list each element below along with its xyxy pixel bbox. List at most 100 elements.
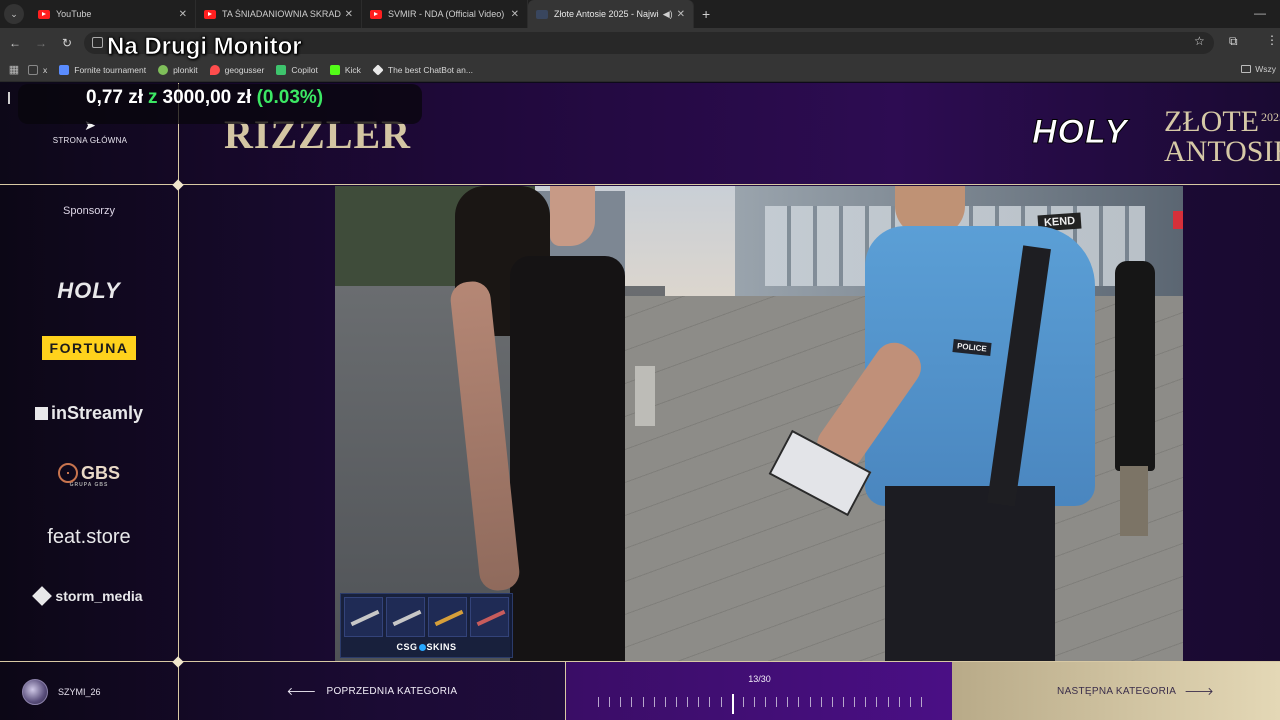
close-tab-icon[interactable]: ✕ [345,9,353,20]
progress-tick [810,697,811,707]
storm-label: storm_media [55,588,143,604]
browser-tab-active[interactable]: Złote Antosie 2025 - Najwię ◀) ✕ [528,0,694,28]
back-icon[interactable]: ← [2,36,28,50]
site-info-icon[interactable] [92,37,103,48]
donation-separator: z [148,87,158,108]
bookmark-x[interactable]: x [28,64,48,75]
browser-tab-1[interactable]: YouTube ✕ [30,0,196,28]
bookmark-label: plonkit [173,64,198,75]
bookmark-kick[interactable]: Kick [329,64,361,75]
sponsor-featstore[interactable]: feat.store [0,526,178,549]
bookmark-geoguesser[interactable]: geogusser [209,64,264,75]
speaker-icon[interactable]: ◀) [663,9,673,20]
donation-goal: 0,77 zł z 3000,00 zł (0.03%) [86,87,323,109]
donation-target: 3000,00 zł [162,87,252,108]
progress-tick [888,697,889,707]
next-category-button[interactable]: NASTĘPNA KATEGORIA 🡒 [952,662,1280,720]
csg-brand: CSG SKINS [341,642,512,652]
progress-tick [609,697,610,707]
csg-dot-icon [418,644,426,651]
fortnite-icon [59,64,70,75]
reload-icon[interactable]: ↻ [54,36,80,50]
apps-grid-icon[interactable]: ▦ [0,63,28,76]
video-red-sign [1173,211,1183,229]
bookmarks-bar: ▦ x Fornite tournament plonkit geogusser… [0,58,1280,82]
progress-tick [643,697,644,707]
progress-tick [598,697,599,707]
home-label: STRONA GŁÓWNA [52,136,128,145]
crosshair-icon [57,463,78,483]
user-profile[interactable]: SZYMI_26 [22,679,101,705]
progress-tick [721,697,722,707]
chatbot-icon [372,63,384,76]
bookmark-copilot[interactable]: Copilot [276,64,318,75]
browser-tab-3[interactable]: SVMIR - NDA (Official Video) - ✕ [362,0,528,28]
new-tab-button[interactable]: + [702,6,710,22]
bookmark-chatbot[interactable]: The best ChatBot an... [372,63,473,76]
category-counter: 13/30 [748,674,771,684]
skin-slot [470,597,509,637]
arrow-right-icon: 🡒 [1184,686,1214,698]
youtube-icon [370,9,382,19]
progress-tick [709,697,710,707]
menu-icon[interactable]: ⋮ [1266,33,1278,47]
progress-tick [631,697,632,707]
sponsor-fortuna[interactable]: FORTUNA [0,336,178,360]
copilot-icon [276,64,287,75]
all-bookmarks[interactable]: Wszy [1241,64,1276,74]
video-player[interactable]: KEND POLICE CSG SKINS [335,186,1183,661]
sponsor-instreamly[interactable]: inStreamly [0,403,178,424]
video-person-woman [448,186,645,661]
progress-tick [654,697,655,707]
csg-brand-left: CSG [396,642,418,652]
progress-tick [765,697,766,707]
pin-icon [209,64,220,75]
bookmark-label: Copilot [291,64,318,75]
bookmark-fortnite[interactable]: Fornite tournament [59,64,146,75]
csg-skins-ad: CSG SKINS [340,593,513,658]
bookmark-label: The best ChatBot an... [387,64,473,75]
progress-tick [798,697,799,707]
sponsor-storm-media[interactable]: storm_media [0,586,178,606]
csg-brand-right: SKINS [426,642,457,652]
event-logo-line2: ANTOSIE [1164,135,1280,168]
close-tab-icon[interactable]: ✕ [677,9,685,20]
instreamly-label: inStreamly [50,403,144,423]
progress-tick [743,697,744,707]
extensions-icon[interactable]: ⧉ [1229,34,1238,49]
gbs-label: GBS [80,463,120,483]
bottom-nav: SZYMI_26 🡐 POPRZEDNIA KATEGORIA 13/30 NA… [0,662,1280,720]
progress-tick [620,697,621,707]
tab-search-button[interactable]: ⌄ [4,4,24,24]
sponsor-gbs[interactable]: GBS GRUPA GBS [0,463,178,488]
avatar [22,679,48,705]
progress-tick [921,697,922,707]
previous-category-button[interactable]: 🡐 POPRZEDNIA KATEGORIA [179,662,565,720]
close-tab-icon[interactable]: ✕ [511,9,519,20]
minimize-icon[interactable]: — [1254,6,1266,20]
progress-tick [865,697,866,707]
woman-face [550,186,595,246]
bookmark-label: x [43,64,48,75]
progress-tick [910,697,911,707]
event-logo: ZŁOTE2025 ANTOSIE [1164,102,1280,167]
plonkit-icon [158,64,169,75]
arrow-left-icon: 🡐 [286,686,317,698]
donation-percent: (0.03%) [256,87,324,108]
close-tab-icon[interactable]: ✕ [179,9,187,20]
progress-tick [821,697,822,707]
progress-tick [754,697,755,707]
username: SZYMI_26 [58,687,101,697]
previous-category-label: POPRZEDNIA KATEGORIA [326,685,458,697]
kick-icon [329,64,340,75]
browser-tab-2[interactable]: TA ŚNIADANIOWNIA SKRADŁA ✕ [196,0,362,28]
sponsor-holy[interactable]: HOLY [0,278,178,304]
forward-icon[interactable]: → [28,36,54,50]
skin-slot [344,597,383,637]
bookmark-star-icon[interactable]: ☆ [1194,34,1205,48]
bookmark-plonkit[interactable]: plonkit [158,64,198,75]
tab-title: Złote Antosie 2025 - Najwię [554,9,659,19]
donation-goal-marker [8,92,10,104]
woman-body [510,256,625,661]
progress-tick [687,697,688,707]
